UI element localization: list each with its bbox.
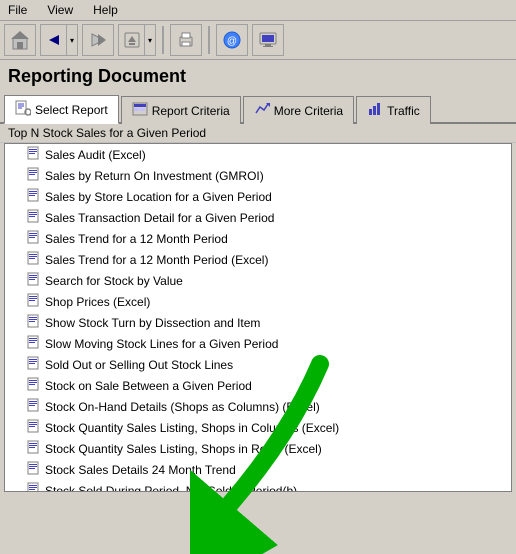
list-item-label: Stock On-Hand Details (Shops as Columns)… xyxy=(45,400,320,414)
tab-report-criteria-label: Report Criteria xyxy=(152,104,230,118)
traffic-icon xyxy=(367,101,383,120)
document-icon xyxy=(27,398,41,415)
forward-icon xyxy=(88,30,108,50)
list-item-label: Sales by Store Location for a Given Peri… xyxy=(45,190,272,204)
select-report-icon xyxy=(15,100,31,119)
back-button[interactable] xyxy=(40,24,66,56)
separator2 xyxy=(208,26,210,54)
home-icon xyxy=(10,30,30,50)
document-icon xyxy=(27,482,41,492)
document-icon xyxy=(27,377,41,394)
list-item[interactable]: Show Stock Turn by Dissection and Item xyxy=(5,312,511,333)
list-item[interactable]: Shop Prices (Excel) xyxy=(5,291,511,312)
list-item[interactable]: Sales Trend for a 12 Month Period xyxy=(5,228,511,249)
list-item-label: Stock Quantity Sales Listing, Shops in R… xyxy=(45,442,322,456)
list-item[interactable]: Stock Quantity Sales Listing, Shops in R… xyxy=(5,438,511,459)
tab-more-criteria[interactable]: More Criteria xyxy=(243,96,354,124)
list-item[interactable]: Slow Moving Stock Lines for a Given Peri… xyxy=(5,333,511,354)
export-icon xyxy=(123,31,141,49)
breadcrumb: Top N Stock Sales for a Given Period xyxy=(0,124,516,143)
email-button[interactable]: @ xyxy=(216,24,248,56)
list-item[interactable]: Search for Stock by Value xyxy=(5,270,511,291)
document-icon xyxy=(27,272,41,289)
menu-file[interactable]: File xyxy=(4,2,31,18)
document-icon xyxy=(27,146,41,163)
document-icon xyxy=(27,209,41,226)
separator1 xyxy=(162,26,164,54)
list-item[interactable]: Sales Trend for a 12 Month Period (Excel… xyxy=(5,249,511,270)
home-button[interactable] xyxy=(4,24,36,56)
tab-more-criteria-label: More Criteria xyxy=(274,104,343,118)
list-item[interactable]: Sold Out or Selling Out Stock Lines xyxy=(5,354,511,375)
more-icon xyxy=(254,101,270,117)
toolbar: ▾ ▾ @ xyxy=(0,21,516,60)
traffic-chart-icon xyxy=(367,101,383,117)
criteria-icon xyxy=(132,101,148,117)
monitor-icon xyxy=(258,30,278,50)
forward-button[interactable] xyxy=(82,24,114,56)
document-icon xyxy=(27,188,41,205)
svg-text:@: @ xyxy=(227,36,237,47)
list-item-label: Sales Transaction Detail for a Given Per… xyxy=(45,211,274,225)
list-item[interactable]: Stock on Sale Between a Given Period xyxy=(5,375,511,396)
list-item[interactable]: Stock On-Hand Details (Shops as Columns)… xyxy=(5,396,511,417)
tab-traffic-label: Traffic xyxy=(387,104,420,118)
list-item-label: Search for Stock by Value xyxy=(45,274,183,288)
document-icon xyxy=(27,293,41,310)
document-icon xyxy=(27,167,41,184)
document-icon xyxy=(27,251,41,268)
tab-traffic[interactable]: Traffic xyxy=(356,96,431,124)
report-criteria-icon xyxy=(132,101,148,120)
list-item[interactable]: Sales Transaction Detail for a Given Per… xyxy=(5,207,511,228)
list-item-label: Sold Out or Selling Out Stock Lines xyxy=(45,358,233,372)
list-item[interactable]: Sales by Return On Investment (GMROI) xyxy=(5,165,511,186)
document-icon xyxy=(27,440,41,457)
document-icon xyxy=(27,314,41,331)
content-wrapper: Top N Stock Sales for a Given Period Sal… xyxy=(0,124,516,492)
document-icon xyxy=(27,356,41,373)
report-list[interactable]: Sales Audit (Excel) Sales by Return On I… xyxy=(4,143,512,492)
list-item-label: Stock Quantity Sales Listing, Shops in C… xyxy=(45,421,339,435)
more-criteria-icon xyxy=(254,101,270,120)
tab-select-report[interactable]: Select Report xyxy=(4,95,119,124)
menu-view[interactable]: View xyxy=(43,2,77,18)
menu-help[interactable]: Help xyxy=(89,2,122,18)
export-group: ▾ xyxy=(118,24,156,56)
list-item-label: Stock on Sale Between a Given Period xyxy=(45,379,252,393)
list-item[interactable]: Sales by Store Location for a Given Peri… xyxy=(5,186,511,207)
list-item-label: Sales by Return On Investment (GMROI) xyxy=(45,169,264,183)
document-icon xyxy=(27,419,41,436)
list-item-label: Stock Sales Details 24 Month Trend xyxy=(45,463,236,477)
list-item[interactable]: Sales Audit (Excel) xyxy=(5,144,511,165)
tab-report-criteria[interactable]: Report Criteria xyxy=(121,96,241,124)
export-dropdown[interactable]: ▾ xyxy=(144,24,156,56)
back-forward-group: ▾ xyxy=(40,24,78,56)
list-item-label: Slow Moving Stock Lines for a Given Peri… xyxy=(45,337,278,351)
tab-bar: Select Report Report Criteria More Crite… xyxy=(0,93,516,124)
tab-select-report-label: Select Report xyxy=(35,103,108,117)
page-title: Reporting Document xyxy=(0,60,516,93)
list-item-label: Sales Audit (Excel) xyxy=(45,148,146,162)
email-icon: @ xyxy=(222,30,242,50)
list-item[interactable]: Stock Sold During Period, Not Sold in Pe… xyxy=(5,480,511,492)
document-icon xyxy=(27,461,41,478)
list-item-label: Stock Sold During Period, Not Sold in Pe… xyxy=(45,484,297,493)
print-button[interactable] xyxy=(170,24,202,56)
print-icon xyxy=(176,30,196,50)
menubar: File View Help xyxy=(0,0,516,21)
list-item[interactable]: Stock Quantity Sales Listing, Shops in C… xyxy=(5,417,511,438)
export-button[interactable] xyxy=(118,24,144,56)
back-icon xyxy=(47,33,61,47)
document-icon xyxy=(27,230,41,247)
list-item[interactable]: Stock Sales Details 24 Month Trend xyxy=(5,459,511,480)
monitor-button[interactable] xyxy=(252,24,284,56)
report-icon xyxy=(15,100,31,116)
list-item-label: Sales Trend for a 12 Month Period xyxy=(45,232,228,246)
back-dropdown[interactable]: ▾ xyxy=(66,24,78,56)
list-item-label: Show Stock Turn by Dissection and Item xyxy=(45,316,260,330)
document-icon xyxy=(27,335,41,352)
list-item-label: Sales Trend for a 12 Month Period (Excel… xyxy=(45,253,268,267)
list-item-label: Shop Prices (Excel) xyxy=(45,295,150,309)
